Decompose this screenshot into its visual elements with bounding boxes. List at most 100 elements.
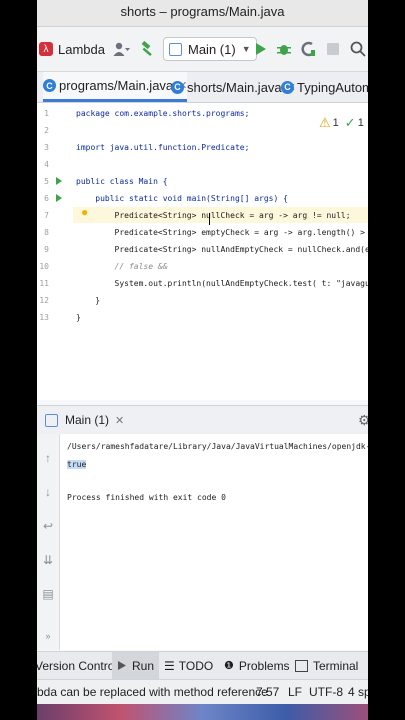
- code-line-3[interactable]: import java.util.function.Predicate;: [76, 143, 249, 152]
- run-config-label: Main (1): [188, 41, 236, 57]
- tool-label: Run: [132, 658, 155, 673]
- tab-shorts-main[interactable]: C shorts/Main.java ✕: [171, 72, 296, 102]
- scroll-to-end-icon[interactable]: ⇊: [42, 554, 54, 566]
- tab-programs-main[interactable]: C programs/Main.java ✕: [43, 72, 188, 102]
- window-title: shorts – programs/Main.java: [120, 4, 285, 19]
- run-class-gutter-icon[interactable]: [55, 176, 63, 186]
- run-side-toolbar: ↑ ↓ ↩ ⇊ ▤ »: [37, 434, 60, 650]
- line-number: 13: [39, 313, 49, 322]
- code-line-1[interactable]: package com.example.shorts.programs;: [76, 109, 249, 118]
- user-menu-button[interactable]: [113, 37, 131, 61]
- line-separator[interactable]: LF: [288, 685, 302, 699]
- code-line-7[interactable]: public static void main(String[] args) {: [76, 194, 288, 203]
- status-bar: bda can be replaced with method referenc…: [37, 679, 368, 705]
- tool-label: Problems: [238, 658, 290, 673]
- debug-button[interactable]: [277, 37, 291, 61]
- search-icon: [350, 41, 366, 57]
- coverage-icon: [301, 41, 315, 57]
- run-main-gutter-icon[interactable]: [55, 193, 63, 203]
- line-number: 6: [44, 194, 49, 203]
- ide-window: shorts – programs/Main.java λ Lambda Mai…: [37, 0, 368, 720]
- line-number: 11: [39, 279, 49, 288]
- lightbulb-icon[interactable]: ●: [81, 205, 88, 219]
- tool-label: TODO: [178, 658, 214, 673]
- java-class-icon: C: [171, 80, 184, 94]
- tool-window-bar: Version Control Run ☰ TODO ❶ Problems Te…: [37, 651, 368, 679]
- main-toolbar: λ Lambda Main (1) ▼: [37, 27, 368, 72]
- tab-typing-autom[interactable]: C TypingAutom ⌄: [281, 72, 368, 102]
- project-name: Lambda: [58, 41, 105, 57]
- coverage-button[interactable]: [300, 37, 316, 61]
- run-config-icon: [45, 413, 58, 427]
- tool-run[interactable]: Run: [112, 652, 160, 679]
- line-number: 10: [39, 262, 49, 271]
- code-line-10[interactable]: Predicate<String> nullAndEmptyCheck = nu…: [76, 245, 368, 254]
- code-line-13[interactable]: }: [76, 296, 100, 305]
- line-number: 7: [44, 211, 49, 220]
- line-number: 9: [44, 245, 49, 254]
- line-number: 8: [44, 228, 49, 237]
- tool-problems[interactable]: ❶ Problems: [224, 652, 290, 679]
- search-button[interactable]: [350, 37, 366, 61]
- user-icon: [113, 42, 130, 56]
- console-exit-message: Process finished with exit code 0: [67, 493, 226, 502]
- file-encoding[interactable]: UTF-8: [309, 685, 343, 699]
- run-tab-label: Main (1): [65, 413, 110, 427]
- code-line-6[interactable]: public class Main {: [76, 177, 168, 186]
- editor-gutter: 1 2 3 4 5 6 7 8 9 10 11 12 13: [37, 103, 73, 400]
- console-result: true: [67, 460, 87, 469]
- close-icon[interactable]: ✕: [115, 414, 124, 427]
- console-output[interactable]: /Users/rameshfadatare/Library/Java/JavaV…: [60, 434, 368, 650]
- run-icon: [118, 661, 126, 670]
- code-line-11[interactable]: // false &&: [76, 262, 168, 271]
- chevron-down-icon: ▼: [241, 44, 251, 54]
- arrow-down-icon[interactable]: ↓: [42, 486, 54, 498]
- tool-label: Version Control: [37, 658, 118, 673]
- tool-terminal[interactable]: Terminal: [295, 652, 358, 679]
- debug-bug-icon: [277, 45, 291, 55]
- tab-label: shorts/Main.java: [187, 79, 282, 95]
- status-message[interactable]: bda can be replaced with method referenc…: [37, 685, 268, 699]
- stop-button[interactable]: [327, 37, 339, 61]
- line-number: 4: [44, 160, 49, 169]
- terminal-icon: [295, 659, 308, 672]
- problems-icon: ❶: [224, 660, 234, 672]
- more-icon[interactable]: »: [42, 630, 54, 642]
- project-selector[interactable]: λ Lambda: [39, 37, 105, 61]
- arrow-up-icon[interactable]: ↑: [42, 452, 54, 464]
- line-number: 1: [44, 109, 49, 118]
- hammer-icon: [141, 41, 152, 56]
- line-number: 5: [44, 177, 49, 186]
- indent-setting[interactable]: 4 sp: [348, 685, 368, 699]
- run-tool-header: Main (1) ✕ ⚙: [37, 405, 368, 435]
- code-line-12[interactable]: System.out.println(nullAndEmptyCheck.tes…: [76, 279, 368, 288]
- ok-count: 1: [357, 117, 364, 129]
- lambda-project-icon: λ: [39, 42, 53, 56]
- console-command-path: /Users/rameshfadatare/Library/Java/JavaV…: [67, 442, 368, 451]
- print-icon[interactable]: ▤: [42, 588, 54, 600]
- gear-icon[interactable]: ⚙: [358, 412, 368, 429]
- check-icon: ✓: [344, 115, 356, 130]
- run-tab[interactable]: Main (1) ✕: [45, 406, 124, 434]
- inspection-widget[interactable]: ⚠ 1 ✓ 1 ⌃: [319, 115, 368, 131]
- code-line-8[interactable]: Predicate<String> nullCheck = arg -> arg…: [76, 211, 351, 220]
- warning-count: 1: [332, 117, 339, 129]
- tab-label: programs/Main.java: [59, 78, 174, 93]
- java-class-icon: C: [43, 79, 56, 92]
- java-class-icon: C: [281, 80, 294, 94]
- editor-tabs: C programs/Main.java ✕ C shorts/Main.jav…: [37, 72, 368, 103]
- build-hammer-button[interactable]: [140, 37, 156, 61]
- run-button[interactable]: [255, 37, 267, 61]
- soft-wrap-icon[interactable]: ↩: [42, 520, 54, 532]
- code-line-9[interactable]: Predicate<String> emptyCheck = arg -> ar…: [76, 228, 368, 237]
- tab-label: TypingAutom: [297, 79, 368, 95]
- caret-position[interactable]: 7:57: [256, 685, 279, 699]
- tool-version-control[interactable]: Version Control: [37, 652, 117, 679]
- stop-icon: [327, 43, 339, 55]
- code-line-14[interactable]: }: [76, 313, 81, 322]
- list-icon: ☰: [164, 658, 175, 673]
- line-number: 3: [44, 143, 49, 152]
- code-editor[interactable]: 1 2 3 4 5 6 7 8 9 10 11 12 13 ⚠ 1 ✓ 1 ⌃ …: [37, 103, 368, 400]
- run-config-select[interactable]: Main (1) ▼: [163, 37, 257, 61]
- tool-todo[interactable]: ☰ TODO: [164, 652, 213, 679]
